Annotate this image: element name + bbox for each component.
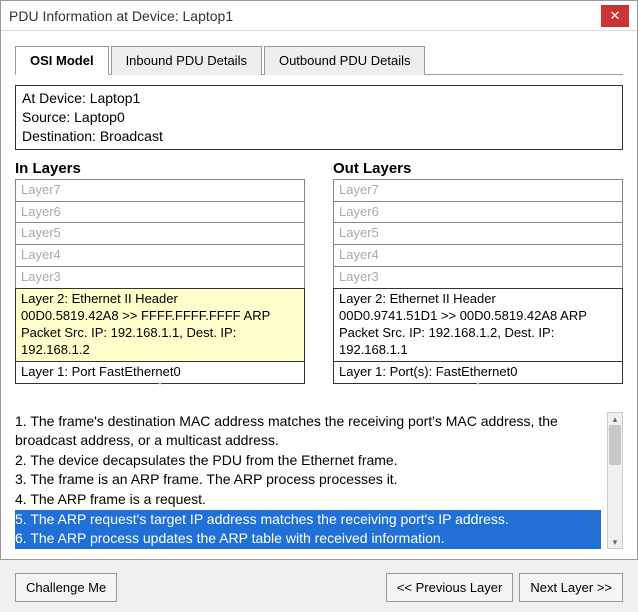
info-source: Source: Laptop0 xyxy=(22,108,616,127)
desc-line-4: 4. The ARP frame is a request. xyxy=(15,490,601,510)
in-layer-scroll-hint: ⌃ xyxy=(15,382,305,392)
tab-inbound-pdu[interactable]: Inbound PDU Details xyxy=(111,46,262,75)
in-layer7[interactable]: Layer7 xyxy=(15,179,305,202)
in-layers-title: In Layers xyxy=(15,160,305,177)
description-area: 1. The frame's destination MAC address m… xyxy=(15,412,623,549)
tab-outbound-pdu[interactable]: Outbound PDU Details xyxy=(264,46,426,75)
description-text: 1. The frame's destination MAC address m… xyxy=(15,412,601,549)
out-layer7[interactable]: Layer7 xyxy=(333,179,623,202)
out-layer-scroll-hint: ⌃ xyxy=(333,382,623,392)
layers-row: In Layers Layer7 Layer6 Layer5 Layer4 La… xyxy=(15,160,623,392)
out-layer2-line1: Layer 2: Ethernet II Header xyxy=(339,291,496,306)
in-layer2-line1: Layer 2: Ethernet II Header xyxy=(21,291,178,306)
out-layer2-line3: Packet Src. IP: 192.168.1.2, Dest. IP: xyxy=(339,325,554,340)
in-layer2[interactable]: Layer 2: Ethernet II Header 00D0.5819.42… xyxy=(15,288,305,362)
device-info-box: At Device: Laptop1 Source: Laptop0 Desti… xyxy=(15,85,623,150)
description-scrollbar[interactable]: ▴ ▾ xyxy=(607,412,623,549)
scroll-down-icon[interactable]: ▾ xyxy=(608,536,622,548)
in-layer2-line3: Packet Src. IP: 192.168.1.1, Dest. IP: xyxy=(21,325,236,340)
window-title: PDU Information at Device: Laptop1 xyxy=(9,8,601,24)
info-destination: Destination: Broadcast xyxy=(22,127,616,146)
out-layer4[interactable]: Layer4 xyxy=(333,244,623,267)
scroll-thumb[interactable] xyxy=(609,425,621,465)
in-layer2-line2: 00D0.5819.42A8 >> FFFF.FFFF.FFFF ARP xyxy=(21,308,270,323)
tab-bar: OSI Model Inbound PDU Details Outbound P… xyxy=(15,45,623,75)
in-layer2-line4: 192.168.1.2 xyxy=(21,342,90,357)
out-layer6[interactable]: Layer6 xyxy=(333,201,623,224)
button-spacer xyxy=(117,573,386,602)
out-layers-column: Out Layers Layer7 Layer6 Layer5 Layer4 L… xyxy=(333,160,623,392)
in-layer4[interactable]: Layer4 xyxy=(15,244,305,267)
out-layer2-line2: 00D0.9741.51D1 >> 00D0.5819.42A8 ARP xyxy=(339,308,587,323)
in-layers-column: In Layers Layer7 Layer6 Layer5 Layer4 La… xyxy=(15,160,305,392)
next-layer-button[interactable]: Next Layer >> xyxy=(519,573,623,602)
desc-line-2: 2. The device decapsulates the PDU from … xyxy=(15,451,601,471)
desc-line-3: 3. The frame is an ARP frame. The ARP pr… xyxy=(15,470,601,490)
out-layer2-line4: 192.168.1.1 xyxy=(339,342,408,357)
out-layer2[interactable]: Layer 2: Ethernet II Header 00D0.9741.51… xyxy=(333,288,623,362)
close-icon: ✕ xyxy=(610,8,621,24)
button-bar: Challenge Me << Previous Layer Next Laye… xyxy=(15,573,623,602)
challenge-me-button[interactable]: Challenge Me xyxy=(15,573,117,602)
pdu-info-window: PDU Information at Device: Laptop1 ✕ OSI… xyxy=(0,0,638,560)
titlebar: PDU Information at Device: Laptop1 ✕ xyxy=(1,1,637,31)
in-layer3[interactable]: Layer3 xyxy=(15,266,305,289)
out-layers-title: Out Layers xyxy=(333,160,623,177)
info-device: At Device: Laptop1 xyxy=(22,89,616,108)
out-layer3[interactable]: Layer3 xyxy=(333,266,623,289)
tab-osi-model[interactable]: OSI Model xyxy=(15,46,109,75)
desc-line-5: 5. The ARP request's target IP address m… xyxy=(15,510,601,530)
desc-line-6: 6. The ARP process updates the ARP table… xyxy=(15,529,601,549)
desc-line-1: 1. The frame's destination MAC address m… xyxy=(15,412,601,451)
previous-layer-button[interactable]: << Previous Layer xyxy=(386,573,514,602)
in-layer5[interactable]: Layer5 xyxy=(15,222,305,245)
content-area: OSI Model Inbound PDU Details Outbound P… xyxy=(1,31,637,612)
in-layer6[interactable]: Layer6 xyxy=(15,201,305,224)
scroll-up-icon[interactable]: ▴ xyxy=(608,413,622,425)
close-button[interactable]: ✕ xyxy=(601,5,629,27)
out-layer5[interactable]: Layer5 xyxy=(333,222,623,245)
in-layer1[interactable]: Layer 1: Port FastEthernet0 xyxy=(15,361,305,384)
out-layer1[interactable]: Layer 1: Port(s): FastEthernet0 xyxy=(333,361,623,384)
